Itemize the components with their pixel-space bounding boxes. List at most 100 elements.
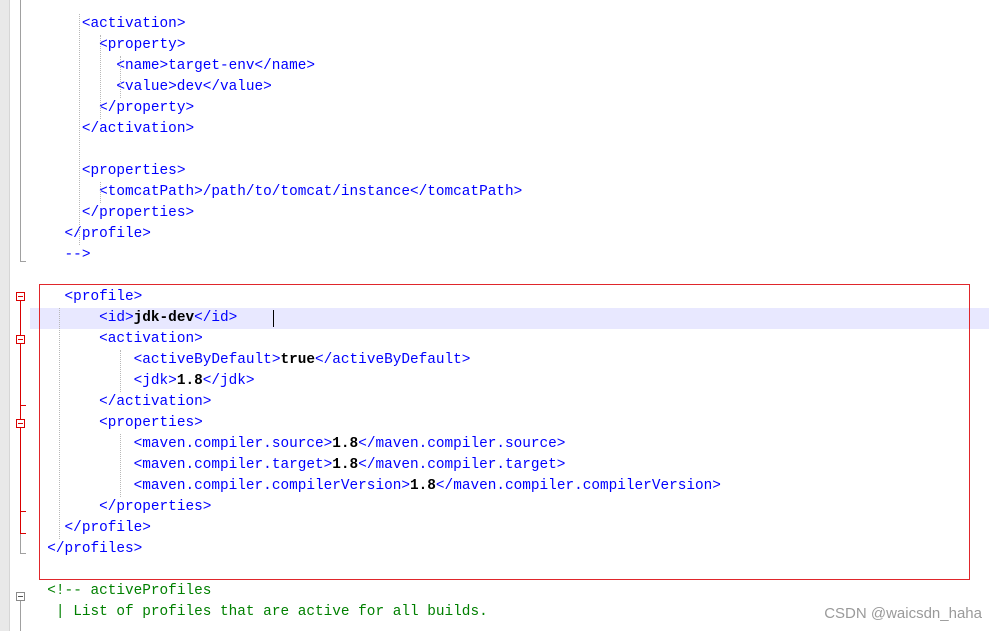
xml-tag: </activeByDefault> [315,352,471,368]
gutter [0,0,10,631]
xml-tag: </jdk> [202,373,255,389]
watermark: CSDN @waicsdn_haha [824,605,982,622]
fold-collapse-icon[interactable] [16,419,25,428]
code-line[interactable]: <name>target-env</name> [30,56,989,77]
xml-comment: | List of profiles that are active for a… [55,604,488,620]
code-line[interactable]: </profile> [30,518,989,539]
xml-tag: </properties> [81,205,195,221]
xml-text: 1.8 [332,436,359,452]
fold-margin [10,0,30,631]
indent-guide [119,434,121,497]
code-line[interactable]: <id>jdk-dev</id> [30,308,989,329]
code-line[interactable]: <activation> [30,14,989,35]
code-line[interactable]: <!-- activeProfiles [30,581,989,602]
xml-tag: <name>target-env</name> [116,58,315,74]
xml-tag: <tomcatPath>/path/to/tomcat/instance</to… [99,184,523,200]
xml-tag: <value>dev</value> [116,79,272,95]
code-line[interactable]: <profile> [30,287,989,308]
code-line[interactable]: </properties> [30,497,989,518]
xml-tag: </property> [99,100,195,116]
text-caret [273,310,275,327]
indent-guide [99,182,101,203]
fold-line-profile [20,301,21,336]
xml-text: 1.8 [410,478,436,494]
xml-tag: <properties> [99,415,203,431]
xml-tag: </profile> [64,520,151,536]
xml-tag: <property> [99,37,186,53]
code-line[interactable]: </activation> [30,119,989,140]
code-line[interactable]: </profiles> [30,539,989,560]
fold-line-comment [20,601,21,631]
code-line[interactable]: <properties> [30,413,989,434]
fold-collapse-icon[interactable] [16,292,25,301]
fold-line [20,534,21,554]
code-line[interactable]: </profile> [30,224,989,245]
fold-collapse-icon[interactable] [16,592,25,601]
code-line[interactable]: <maven.compiler.target>1.8</maven.compil… [30,455,989,476]
xml-tag: </profiles> [47,541,143,557]
fold-line [20,0,21,262]
indent-guide [119,350,121,392]
indent-guide [99,35,101,119]
indent-guide [119,56,121,98]
code-line[interactable]: <tomcatPath>/path/to/tomcat/instance</to… [30,182,989,203]
xml-tag: <profile> [64,289,143,305]
xml-tag: <activeByDefault> [133,352,281,368]
code-line[interactable] [30,560,989,581]
code-line[interactable]: <value>dev</value> [30,77,989,98]
code-line[interactable]: </activation> [30,392,989,413]
xml-tag: <activation> [99,331,203,347]
xml-tag: <maven.compiler.compilerVersion> [133,478,410,494]
code-line[interactable]: <activeByDefault>true</activeByDefault> [30,350,989,371]
code-line[interactable]: </properties> [30,203,989,224]
code-line[interactable]: <property> [30,35,989,56]
xml-tag: </maven.compiler.target> [358,457,566,473]
code-line[interactable] [30,266,989,287]
xml-tag: --> [64,247,91,263]
xml-tag: <id> [99,310,134,326]
code-line[interactable]: <properties> [30,161,989,182]
xml-tag: <maven.compiler.target> [133,457,333,473]
xml-tag: <activation> [81,16,186,32]
fold-line-profile [20,512,21,534]
xml-tag: </activation> [99,394,212,410]
xml-tag: </properties> [99,499,212,515]
xml-text: 1.8 [176,373,203,389]
xml-tag: <maven.compiler.source> [133,436,333,452]
code-line[interactable]: <maven.compiler.source>1.8</maven.compil… [30,434,989,455]
fold-end-tick [20,553,26,554]
code-line[interactable]: </property> [30,98,989,119]
xml-tag: </maven.compiler.compilerVersion> [435,478,721,494]
code-line[interactable]: <jdk>1.8</jdk> [30,371,989,392]
code-line[interactable] [30,140,989,161]
code-line[interactable]: --> [30,245,989,266]
code-line[interactable]: <maven.compiler.compilerVersion>1.8</mav… [30,476,989,497]
fold-collapse-icon[interactable] [16,335,25,344]
code-line[interactable]: <activation> [30,329,989,350]
xml-tag: </activation> [81,121,195,137]
xml-tag: </profile> [64,226,151,242]
indent-guide [79,14,81,245]
